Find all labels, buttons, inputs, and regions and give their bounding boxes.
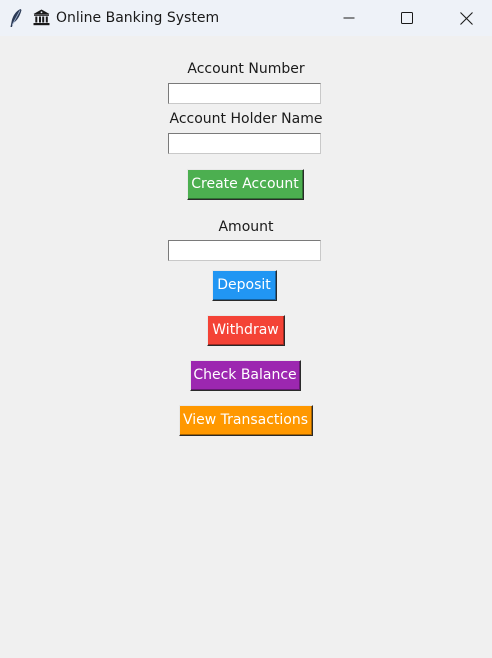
withdraw-button[interactable]: Withdraw (207, 315, 285, 346)
check-balance-button-label: Check Balance (191, 361, 300, 390)
minimize-icon (343, 17, 355, 19)
account-number-input[interactable] (168, 83, 321, 104)
title-bar[interactable]: Online Banking System (0, 0, 492, 36)
deposit-button-label: Deposit (213, 271, 276, 300)
withdraw-button-label: Withdraw (208, 316, 284, 345)
create-account-button-label: Create Account (188, 170, 303, 199)
close-button[interactable] (443, 0, 489, 36)
minimize-button[interactable] (326, 0, 372, 36)
amount-input[interactable] (168, 240, 321, 261)
app-window: Online Banking System Account Number Acc… (0, 0, 492, 658)
amount-label: Amount (218, 219, 274, 235)
deposit-button[interactable]: Deposit (212, 270, 277, 301)
account-number-label: Account Number (187, 61, 305, 77)
maximize-button[interactable] (384, 0, 430, 36)
view-transactions-button-label: View Transactions (180, 406, 312, 435)
account-holder-name-input[interactable] (168, 133, 321, 154)
account-holder-name-label: Account Holder Name (169, 111, 323, 127)
feather-icon (10, 9, 22, 27)
window-title: Online Banking System (56, 10, 220, 26)
create-account-button[interactable]: Create Account (187, 169, 304, 200)
maximize-icon (401, 12, 413, 24)
check-balance-button[interactable]: Check Balance (190, 360, 301, 391)
bank-emoji-icon (33, 9, 50, 26)
close-icon (459, 11, 473, 25)
main-form: Account Number Account Holder Name Creat… (0, 36, 492, 658)
view-transactions-button[interactable]: View Transactions (179, 405, 313, 436)
